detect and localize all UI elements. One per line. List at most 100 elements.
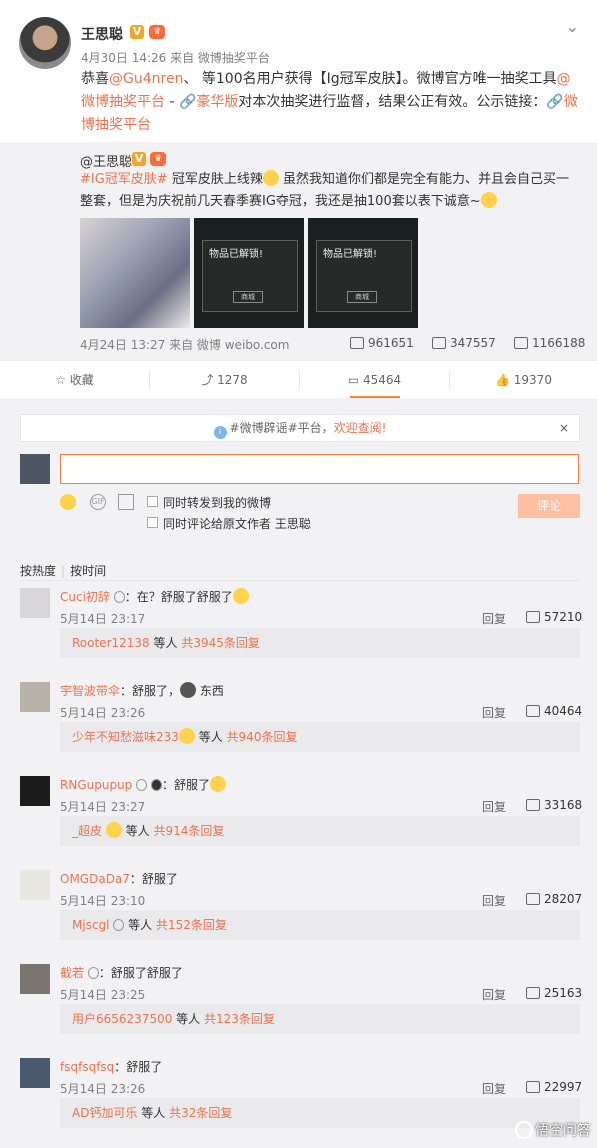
reply-button[interactable]: 回复	[482, 892, 506, 909]
sub-reply-user[interactable]: 用户6656237500	[72, 1012, 172, 1026]
comment-count: 347557	[450, 336, 496, 350]
like-button[interactable]: 57210	[526, 610, 582, 624]
sub-reply-user[interactable]: Mjscgl	[72, 918, 110, 932]
gif-icon[interactable]: GIF	[90, 494, 106, 510]
sort-time-tab[interactable]: 按时间	[70, 564, 106, 578]
avatar[interactable]	[20, 1058, 50, 1088]
commenter-name[interactable]: RNGupupup	[60, 778, 132, 792]
sub-reply-count[interactable]: 共123条回复	[204, 1012, 275, 1026]
dialog-button: 商城	[347, 291, 377, 303]
submit-comment-button[interactable]: 评论	[518, 494, 580, 518]
comment-time: 5月14日 23:27	[60, 800, 146, 814]
watermark: 悟空问答	[515, 1120, 591, 1140]
sub-reply-count[interactable]: 共3945条回复	[181, 636, 260, 650]
avatar[interactable]	[20, 964, 50, 994]
sub-replies[interactable]: 少年不知愁滋味233 等人 共940条回复	[60, 722, 580, 752]
avatar[interactable]	[19, 17, 71, 69]
repost-user[interactable]: @王思聪 V ♛	[80, 151, 166, 170]
comment-text: ：舒服了，	[120, 684, 181, 698]
vip-icon[interactable]: ♛	[149, 25, 165, 39]
sub-replies[interactable]: Rooter12138 等人 共3945条回复	[60, 628, 580, 658]
commenter-name[interactable]: Cuci初辞	[60, 590, 110, 604]
avatar[interactable]	[20, 588, 50, 618]
repost-checkbox[interactable]	[147, 496, 158, 507]
comment-author-checkbox[interactable]	[147, 517, 158, 528]
sub-replies[interactable]: Mjscgl 等人 共152条回复	[60, 910, 580, 940]
repost-stat-reposts[interactable]: 961651	[350, 336, 414, 350]
image-thumbnail[interactable]: 物品已解锁! 商城	[194, 218, 304, 328]
commenter-name[interactable]: OMGDaDa7	[60, 872, 130, 886]
sub-reply-user[interactable]: Rooter12138	[72, 636, 150, 650]
repost-button[interactable]: ⤴ 1278	[150, 361, 299, 399]
repost-stat-likes[interactable]: 1166188	[514, 336, 585, 350]
sub-reply-user[interactable]: _超皮	[72, 824, 102, 838]
reply-button[interactable]: 回复	[482, 610, 506, 627]
comments-section: i #微博辟谣#平台，欢迎查阅! × GIF 同时转发到我的微博 同时评论给原文作…	[0, 398, 597, 1148]
medal-icon	[113, 919, 125, 931]
repost-block: @王思聪 V ♛ #IG冠军皮肤# 冠军皮肤上线辣 虽然我知道你们都是完全有能力…	[0, 142, 597, 360]
reply-button[interactable]: 回复	[482, 986, 506, 1003]
sub-reply-count[interactable]: 共940条回复	[227, 730, 298, 744]
comment-line: fsqfsqfsq：舒服了	[60, 1058, 162, 1075]
sub-reply-count[interactable]: 共152条回复	[156, 918, 227, 932]
action-bar: ☆ 收藏 ⤴ 1278 ▭ 45464 👍 19370	[0, 360, 597, 399]
like-count: 22997	[544, 1080, 583, 1094]
emoji-picker-icon[interactable]	[60, 494, 76, 510]
avatar[interactable]	[20, 776, 50, 806]
favorite-button[interactable]: ☆ 收藏	[0, 361, 149, 399]
like-label: 19370	[513, 373, 552, 387]
game-dialog: 物品已解锁! 商城	[316, 240, 412, 312]
commenter-name[interactable]: 截若	[60, 966, 84, 980]
avatar[interactable]	[20, 682, 50, 712]
sort-hot-tab[interactable]: 按热度	[20, 564, 56, 578]
commenter-name[interactable]: fsqfsqfsq	[60, 1060, 114, 1074]
reply-button[interactable]: 回复	[482, 798, 506, 815]
sub-reply-count[interactable]: 共914条回复	[153, 824, 224, 838]
image-upload-icon[interactable]	[118, 494, 134, 510]
like-button[interactable]: 40464	[526, 704, 582, 718]
comment-button[interactable]: ▭ 45464	[300, 361, 449, 399]
watermark-icon	[515, 1121, 533, 1139]
sub-replies[interactable]: AD钙加可乐 等人 共32条回复	[60, 1098, 580, 1128]
comment-input[interactable]	[60, 454, 579, 484]
notice-link[interactable]: 欢迎查阅!	[334, 421, 387, 435]
repost-count: 961651	[368, 336, 414, 350]
medal-icon	[136, 779, 148, 791]
avatar[interactable]	[20, 870, 50, 900]
comment-time: 5月14日 23:10	[60, 894, 146, 908]
sub-replies[interactable]: _超皮 等人 共914条回复	[60, 816, 580, 846]
repost-stat-comments[interactable]: 347557	[432, 336, 496, 350]
mention-link[interactable]: @Gu4nren	[109, 71, 183, 87]
like-button[interactable]: 33168	[526, 798, 582, 812]
comment-line: RNGupupup ：舒服了	[60, 776, 226, 793]
image-thumbnail[interactable]	[80, 218, 190, 328]
repost-meta: 4月24日 13:27 来自 微博 weibo.com	[80, 338, 290, 352]
emoji-icon	[480, 192, 497, 208]
post-username[interactable]: 王思聪	[81, 24, 123, 44]
chevron-down-icon[interactable]: ⌄	[566, 17, 579, 36]
like-button[interactable]: 22997	[526, 1080, 582, 1094]
sub-reply-user[interactable]: AD钙加可乐	[72, 1106, 137, 1120]
like-button[interactable]: 👍 19370	[450, 361, 597, 399]
sub-reply-mid: 等人	[172, 1012, 204, 1026]
post-meta: 4月30日 14:26 来自 微博抽奖平台	[81, 51, 270, 65]
notice-text: #微博辟谣#平台，	[229, 421, 334, 435]
image-thumbnail[interactable]: 物品已解锁! 商城	[308, 218, 418, 328]
lottery-link[interactable]: 豪华版	[196, 94, 238, 110]
reply-button[interactable]: 回复	[482, 1080, 506, 1097]
emoji-icon	[105, 822, 122, 838]
repost-username[interactable]: @王思聪	[80, 155, 132, 170]
sub-reply-count[interactable]: 共32条回复	[169, 1106, 232, 1120]
sub-replies[interactable]: 用户6656237500 等人 共123条回复	[60, 1004, 580, 1034]
hashtag-link[interactable]: #IG冠军皮肤#	[80, 172, 168, 187]
close-icon[interactable]: ×	[559, 415, 569, 441]
sub-reply-user[interactable]: 少年不知愁滋味233	[72, 730, 179, 744]
like-button[interactable]: 28207	[526, 892, 582, 906]
sub-reply-mid: 等人	[124, 918, 156, 932]
sub-reply-mid: 等人	[149, 636, 182, 650]
reply-button[interactable]: 回复	[482, 704, 506, 721]
like-button[interactable]: 25163	[526, 986, 582, 1000]
commenter-name[interactable]: 宇智波带伞	[60, 684, 120, 698]
like-icon	[526, 611, 540, 623]
verified-icon: V	[132, 152, 146, 166]
